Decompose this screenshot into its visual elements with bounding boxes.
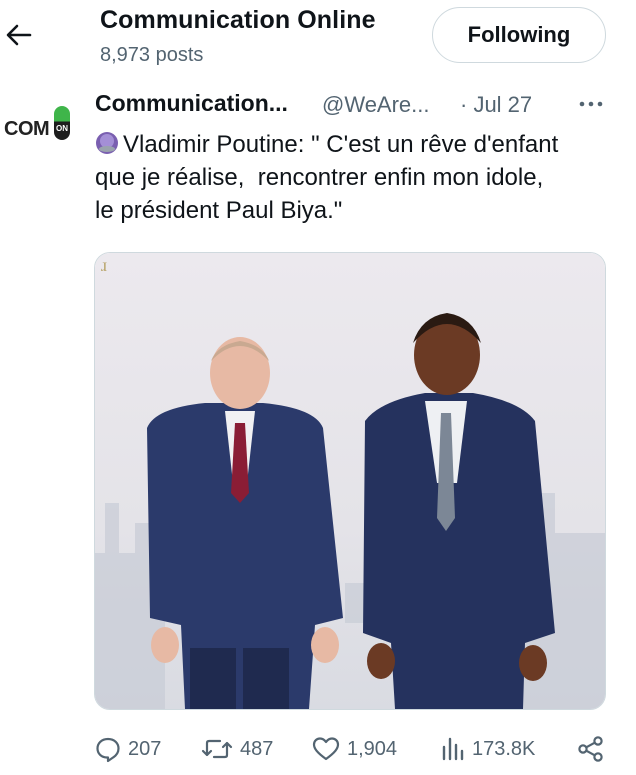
- tweet-media-photo[interactable]: ɹ: [94, 252, 606, 710]
- purple-circle-emoji-icon: [96, 132, 118, 154]
- retweet-button[interactable]: 487: [200, 732, 273, 766]
- author-name[interactable]: Communication...: [95, 90, 288, 117]
- more-button[interactable]: [576, 92, 606, 116]
- retweet-count: 487: [240, 737, 274, 760]
- like-count: 1,904: [347, 737, 398, 760]
- back-button[interactable]: [2, 18, 36, 52]
- avatar[interactable]: COM ON: [2, 104, 76, 144]
- tweet-date[interactable]: · Jul 27: [460, 92, 532, 118]
- svg-text:ɹ: ɹ: [101, 255, 107, 275]
- photo-icon: ɹ: [95, 253, 605, 709]
- reply-button[interactable]: 207: [94, 732, 161, 766]
- tweet-text-line-3: le président Paul Biya.": [95, 197, 343, 224]
- views-button[interactable]: 173.8K: [440, 732, 535, 766]
- view-count: 173.8K: [472, 737, 536, 760]
- retweet-icon: [201, 739, 233, 759]
- arrow-left-icon: [6, 24, 32, 46]
- share-icon: [578, 736, 603, 762]
- post-count: 8,973 posts: [100, 44, 204, 66]
- like-button[interactable]: 1,904: [311, 732, 397, 766]
- tweet-text: Vladimir Poutine: " C'est un rêve d'enfa…: [95, 128, 615, 227]
- avatar-logo-badge: ON: [56, 124, 68, 133]
- reply-count: 207: [128, 737, 162, 760]
- avatar-logo-pill: [54, 106, 70, 140]
- tweet-text-line-2: que je réalise, rencontrer enfin mon ido…: [95, 164, 544, 191]
- following-button[interactable]: Following: [432, 7, 606, 63]
- reply-icon: [96, 737, 120, 763]
- profile-title: Communication Online: [100, 6, 376, 34]
- share-button[interactable]: [576, 732, 612, 766]
- avatar-logo-text: COM: [4, 118, 50, 140]
- more-horizontal-icon: [579, 101, 603, 107]
- views-chart-icon: [442, 737, 464, 761]
- tweet-text-line-1: Vladimir Poutine: " C'est un rêve d'enfa…: [95, 128, 615, 161]
- heart-icon: [312, 737, 340, 761]
- author-handle[interactable]: @WeAre...: [322, 92, 430, 118]
